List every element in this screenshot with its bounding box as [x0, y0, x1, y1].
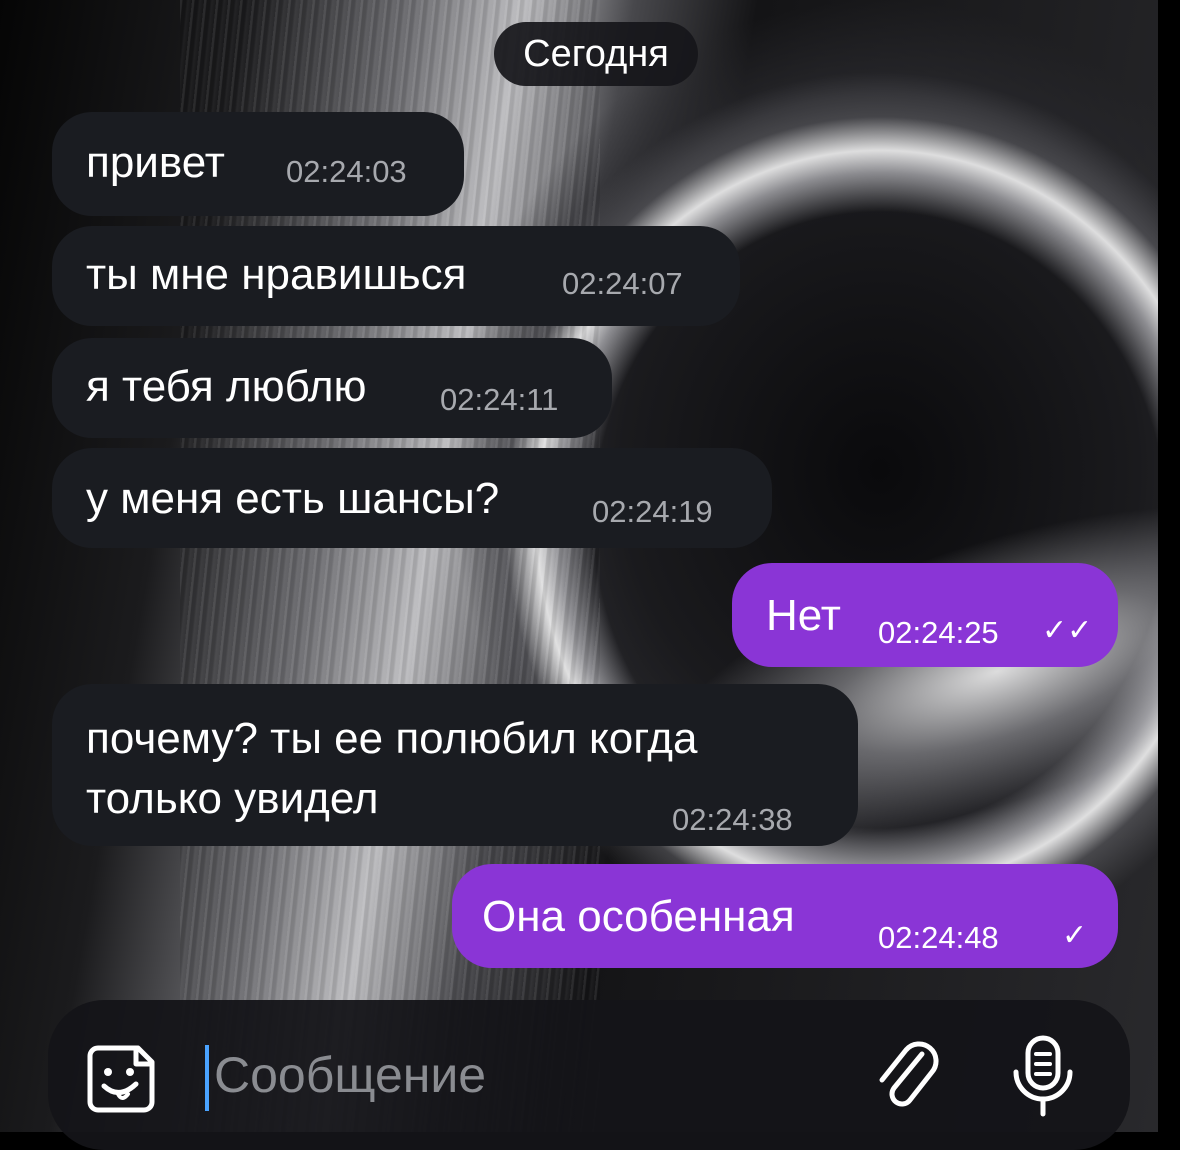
- message-time: 02:24:48: [878, 920, 999, 955]
- message-text-line2: только увидел: [86, 774, 379, 823]
- read-double-check-icon: ✓✓: [1042, 614, 1093, 647]
- message-text: Нет: [766, 591, 841, 640]
- message-time: 02:24:07: [562, 266, 683, 301]
- message-text: я тебя люблю: [86, 362, 367, 411]
- message-bubble-outgoing[interactable]: Она особенная 02:24:48 ✓: [452, 864, 1118, 968]
- message-composer: [48, 1000, 1130, 1150]
- microphone-icon[interactable]: [1008, 1034, 1078, 1118]
- date-separator: Сегодня: [494, 22, 698, 86]
- message-text: привет: [86, 138, 225, 187]
- message-input[interactable]: Сообщение: [214, 1046, 486, 1104]
- message-bubble-incoming[interactable]: ты мне нравишься 02:24:07: [52, 226, 740, 326]
- sent-check-icon: ✓: [1062, 919, 1088, 952]
- message-text-line1: почему? ты ее полюбил когда: [86, 714, 698, 763]
- screen-edge: [1158, 0, 1180, 1132]
- message-time: 02:24:19: [592, 494, 713, 529]
- paperclip-icon[interactable]: [872, 1038, 942, 1114]
- message-text: Она особенная: [482, 892, 795, 941]
- message-bubble-incoming[interactable]: привет 02:24:03: [52, 112, 464, 216]
- message-text: у меня есть шансы?: [86, 474, 500, 523]
- message-bubble-incoming[interactable]: у меня есть шансы? 02:24:19: [52, 448, 772, 548]
- message-time: 02:24:03: [286, 154, 407, 189]
- message-bubble-outgoing[interactable]: Нет 02:24:25 ✓✓: [732, 563, 1118, 667]
- message-bubble-incoming[interactable]: почему? ты ее полюбил когда только увиде…: [52, 684, 858, 846]
- text-cursor: [205, 1045, 209, 1111]
- message-time: 02:24:11: [440, 382, 559, 417]
- message-bubble-incoming[interactable]: я тебя люблю 02:24:11: [52, 338, 612, 438]
- message-time: 02:24:25: [878, 615, 999, 650]
- sticker-face-icon[interactable]: [84, 1040, 160, 1116]
- message-time: 02:24:38: [672, 802, 793, 837]
- message-text: ты мне нравишься: [86, 250, 467, 299]
